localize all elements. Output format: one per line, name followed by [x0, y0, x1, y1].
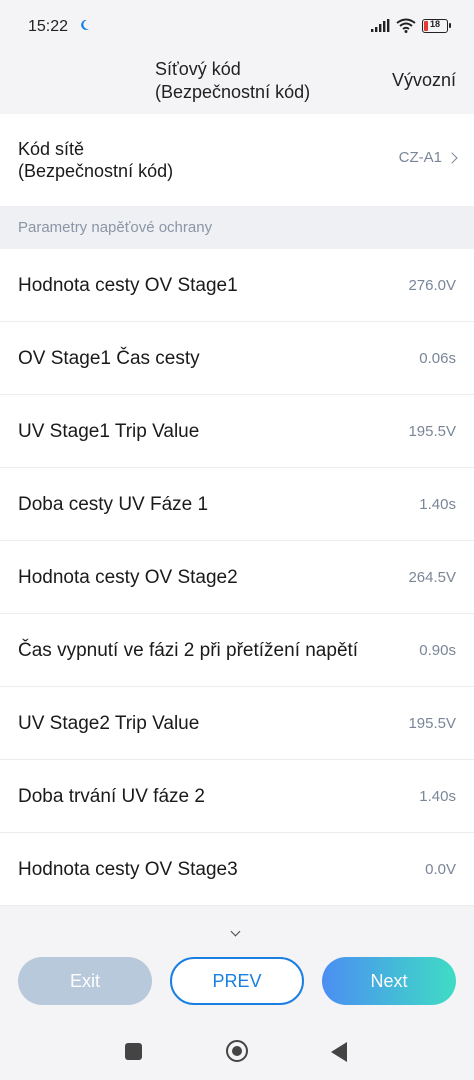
- triangle-back-icon[interactable]: [331, 1042, 347, 1062]
- param-label: Hodnota cesty OV Stage1: [18, 275, 238, 296]
- moon-icon: [81, 19, 89, 30]
- param-label: UV Stage2 Trip Value: [18, 713, 200, 734]
- param-label: Hodnota cesty OV Stage2: [18, 567, 238, 588]
- page-title: Síťový kód (Bezpečnostní kód): [155, 59, 311, 102]
- status-icons: 18: [370, 18, 451, 33]
- param-row[interactable]: Hodnota cesty OV Stage3 0.0V: [0, 833, 474, 906]
- exit-button[interactable]: Exit: [18, 957, 152, 1005]
- param-row[interactable]: Hodnota cesty OV Stage1 276.0V: [0, 249, 474, 322]
- param-value[interactable]: 195.5V: [408, 423, 456, 440]
- param-value[interactable]: 0.90s: [419, 642, 456, 659]
- param-row[interactable]: Hodnota cesty OV Stage2 264.5V: [0, 541, 474, 614]
- param-value[interactable]: 1.40s: [419, 788, 456, 805]
- section-title: Parametry napěťové ochrany: [18, 219, 213, 236]
- param-label: OV Stage1 Čas cesty: [18, 348, 200, 369]
- screen: 15:22 18 Síťový kód (Bezpečnostní kód) V…: [0, 0, 474, 1080]
- grid-code-value: CZ-A1: [398, 149, 442, 166]
- grid-code-value-wrapper[interactable]: CZ-A1: [398, 149, 458, 166]
- param-value[interactable]: 0.0V: [425, 861, 456, 878]
- param-value[interactable]: 1.40s: [419, 496, 456, 513]
- battery-text: 18: [429, 18, 440, 29]
- status-time: 15:22: [28, 18, 69, 35]
- signal-icon: [371, 18, 390, 32]
- param-row[interactable]: Doba trvání UV fáze 2 1.40s: [0, 760, 474, 833]
- circle-icon[interactable]: [226, 1040, 248, 1062]
- wifi-icon: [396, 18, 416, 33]
- header: Síťový kód (Bezpečnostní kód) Vývozní: [0, 52, 474, 114]
- battery-icon: 18: [422, 18, 451, 33]
- param-row[interactable]: UV Stage2 Trip Value 195.5V: [0, 687, 474, 760]
- navigation-bar: [0, 1019, 474, 1080]
- param-value[interactable]: 276.0V: [408, 277, 456, 294]
- param-label: Hodnota cesty OV Stage3: [18, 859, 238, 880]
- param-label: Doba cesty UV Fáze 1: [18, 494, 209, 515]
- param-row[interactable]: UV Stage1 Trip Value 195.5V: [0, 395, 474, 468]
- status-bar: 15:22 18: [0, 0, 474, 52]
- prev-button[interactable]: PREV: [170, 957, 304, 1005]
- param-row[interactable]: OV Stage1 Čas cesty 0.06s: [0, 322, 474, 395]
- content: Kód sítě (Bezpečnostní kód) CZ-A1 Parame…: [0, 114, 474, 939]
- param-label: Čas vypnutí ve fázi 2 při přetížení napě…: [18, 640, 359, 661]
- param-label: Doba trvání UV fáze 2: [18, 786, 205, 807]
- export-button[interactable]: Vývozní: [392, 70, 456, 91]
- section-header: Parametry napěťové ochrany: [0, 206, 474, 249]
- param-label: UV Stage1 Trip Value: [18, 421, 200, 442]
- param-value[interactable]: 0.06s: [419, 350, 456, 367]
- param-value[interactable]: 195.5V: [408, 715, 456, 732]
- footer: Exit PREV Next: [0, 939, 474, 1019]
- grid-code-label: Kód sítě (Bezpečnostní kód): [18, 139, 174, 181]
- grid-code-row[interactable]: Kód sítě (Bezpečnostní kód) CZ-A1: [0, 114, 474, 206]
- param-row[interactable]: Doba cesty UV Fáze 1 1.40s: [0, 468, 474, 541]
- chevron-right-icon: [446, 151, 458, 164]
- next-button[interactable]: Next: [322, 957, 456, 1005]
- param-value[interactable]: 264.5V: [408, 569, 456, 586]
- square-icon[interactable]: [125, 1043, 142, 1060]
- param-row[interactable]: Čas vypnutí ve fázi 2 při přetížení napě…: [0, 614, 474, 687]
